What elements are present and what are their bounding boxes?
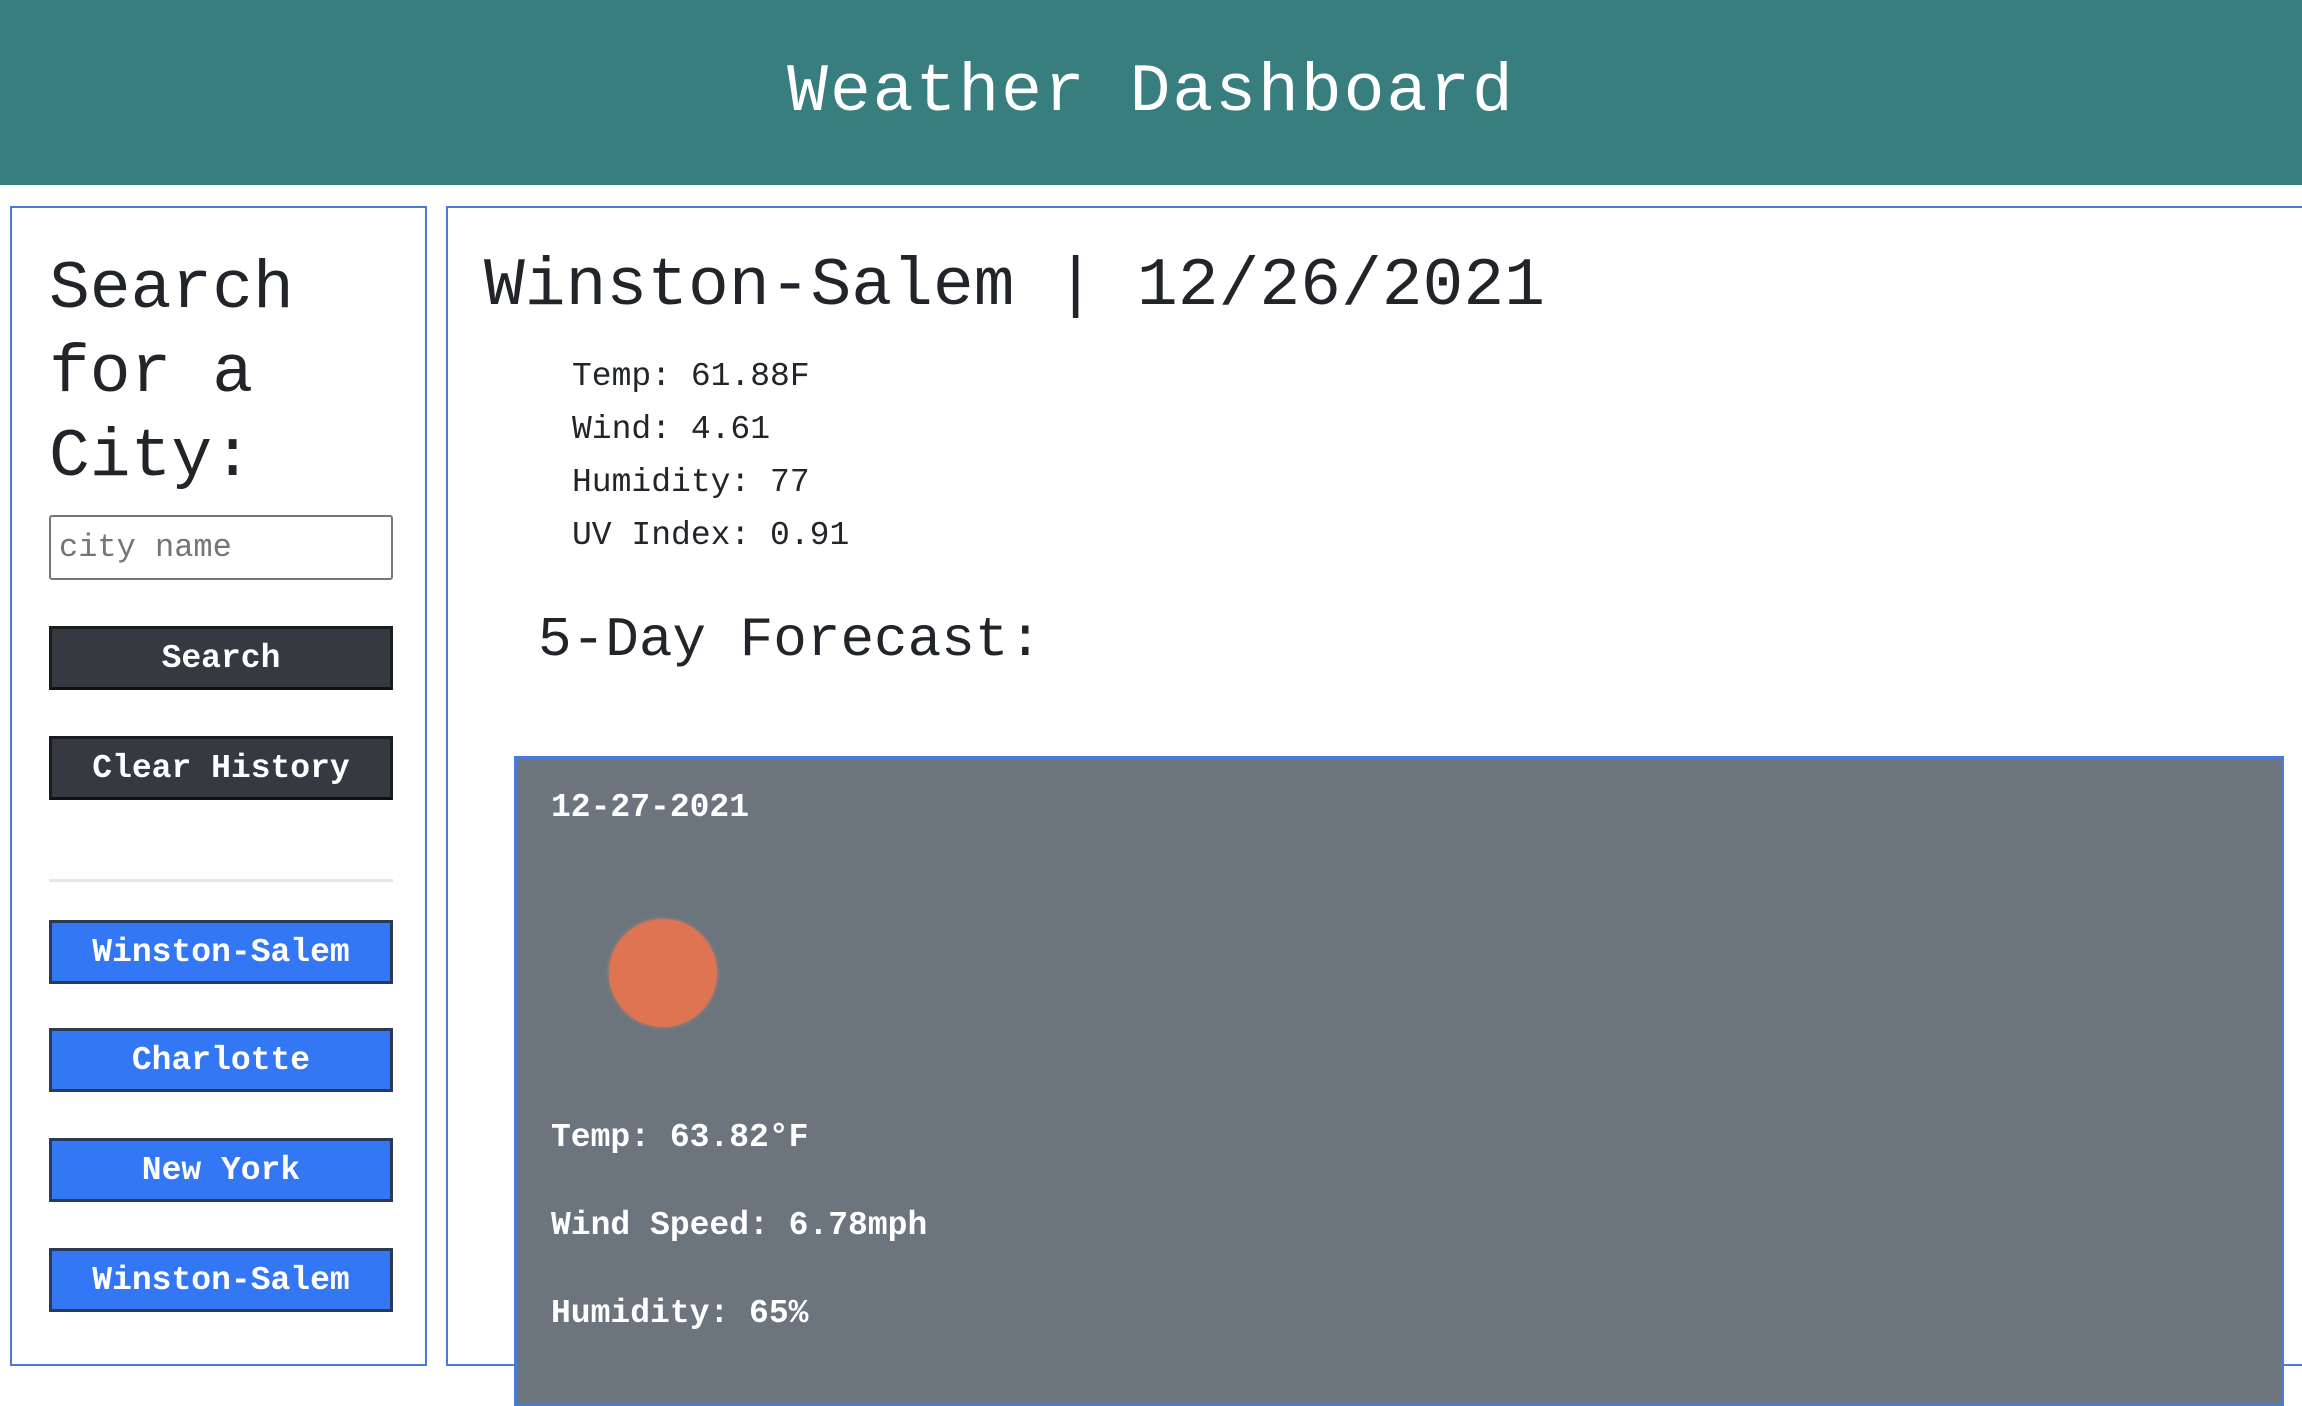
history-button-new-york[interactable]: New York — [49, 1138, 393, 1202]
history-button-winston-salem-2[interactable]: Winston-Salem — [49, 1248, 393, 1312]
forecast-card: 12-27-2021 Temp: 63.82°F Wind Speed: 6.7… — [514, 756, 2284, 1406]
history-button-winston-salem[interactable]: Winston-Salem — [49, 920, 393, 984]
current-temp: Temp: 61.88F — [572, 358, 810, 395]
search-sidebar: Search for a City: Search Clear History … — [10, 206, 427, 1366]
city-search-input[interactable] — [49, 515, 393, 580]
page-title: Weather Dashboard — [787, 54, 1515, 131]
forecast-wind: Wind Speed: 6.78mph — [551, 1207, 928, 1244]
history-button-charlotte[interactable]: Charlotte — [49, 1028, 393, 1092]
forecast-date: 12-27-2021 — [551, 789, 750, 826]
page-header: Weather Dashboard — [0, 0, 2302, 185]
current-humidity: Humidity: 77 — [572, 464, 810, 501]
sidebar-divider — [49, 879, 393, 882]
current-wind: Wind: 4.61 — [572, 411, 771, 448]
forecast-temp: Temp: 63.82°F — [551, 1119, 809, 1156]
weather-main-panel: Winston-Salem | 12/26/2021 Temp: 61.88F … — [446, 206, 2302, 1406]
search-heading: Search for a City: — [49, 251, 294, 496]
current-city-title: Winston-Salem | 12/26/2021 — [484, 248, 1545, 325]
search-button[interactable]: Search — [49, 626, 393, 690]
forecast-heading: 5-Day Forecast: — [538, 608, 1043, 672]
current-uv-index: UV Index: 0.91 — [572, 517, 850, 554]
forecast-humidity: Humidity: 65% — [551, 1295, 809, 1332]
current-weather-stats: Temp: 61.88F Wind: 4.61 Humidity: 77 UV … — [572, 350, 849, 562]
sun-icon — [609, 919, 717, 1027]
clear-history-button[interactable]: Clear History — [49, 736, 393, 800]
